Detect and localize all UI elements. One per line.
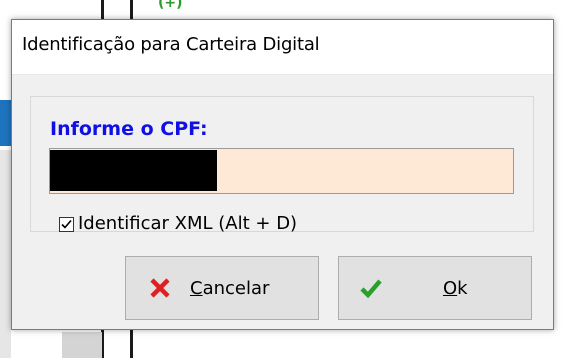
background-partial-text: (+) bbox=[158, 0, 183, 11]
cancel-label-rest: ancelar bbox=[202, 277, 270, 299]
dialog-titlebar[interactable]: Identificação para Carteira Digital bbox=[12, 20, 553, 75]
cancel-button-label: Cancelar bbox=[190, 278, 269, 299]
carteira-digital-dialog: Identificação para Carteira Digital Info… bbox=[11, 19, 554, 330]
identify-xml-checkbox-row[interactable]: Identificar XML (Alt + D) bbox=[59, 210, 297, 236]
background-blue-strip bbox=[0, 100, 11, 146]
ok-mnemonic: O bbox=[443, 277, 458, 299]
background-line bbox=[130, 0, 133, 19]
red-x-icon bbox=[148, 276, 172, 300]
checkmark-icon bbox=[61, 219, 72, 229]
dialog-title: Identificação para Carteira Digital bbox=[22, 34, 320, 55]
cpf-label: Informe o CPF: bbox=[50, 118, 208, 140]
cpf-redacted-value bbox=[50, 150, 217, 191]
background-panel bbox=[62, 332, 102, 358]
ok-label-rest: k bbox=[457, 277, 468, 299]
cancel-mnemonic: C bbox=[190, 277, 203, 299]
ok-button[interactable]: Ok bbox=[338, 256, 532, 320]
ok-button-label: Ok bbox=[443, 278, 468, 299]
cancel-button[interactable]: Cancelar bbox=[125, 256, 319, 320]
green-check-icon bbox=[359, 276, 383, 300]
background-line bbox=[130, 330, 133, 358]
background-line bbox=[101, 0, 104, 19]
identify-xml-checkbox[interactable] bbox=[59, 216, 74, 232]
identify-xml-label: Identificar XML (Alt + D) bbox=[78, 212, 298, 234]
background-panel bbox=[0, 150, 11, 358]
